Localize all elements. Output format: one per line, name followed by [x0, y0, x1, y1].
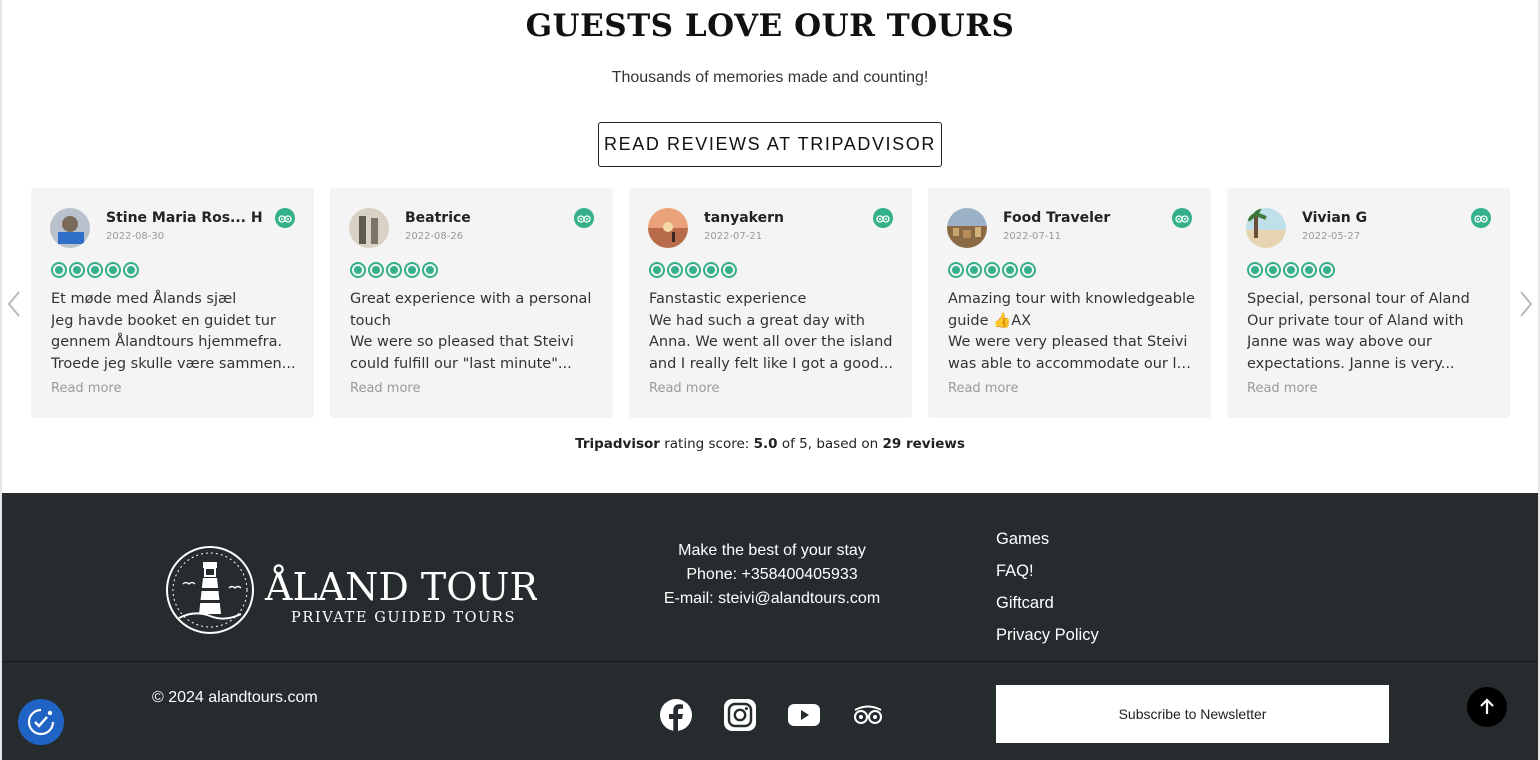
contact-phone[interactable]: Phone: +358400405933: [622, 563, 922, 587]
review-text: Fanstastic experience We had such a great…: [649, 291, 894, 372]
review-date: 2022-08-26: [405, 231, 464, 242]
read-more-link[interactable]: Read more: [350, 381, 420, 396]
review-card: tanyakern 2022-07-21 Fanstastic experien…: [629, 188, 912, 418]
tripadvisor-icon[interactable]: [574, 208, 594, 228]
review-author: Beatrice: [405, 210, 471, 226]
review-card: Stine Maria Ros... H 2022-08-30 Et møde …: [31, 188, 314, 418]
rating-bubbles: [350, 262, 438, 278]
review-date: 2022-07-11: [1003, 231, 1062, 242]
review-card: Food Traveler 2022-07-11 Amazing tour wi…: [928, 188, 1211, 418]
footer-link-faq[interactable]: FAQ!: [996, 559, 1099, 591]
subscribe-newsletter-button[interactable]: Subscribe to Newsletter: [996, 685, 1389, 743]
avatar: [50, 208, 90, 248]
rating-bubbles: [649, 262, 737, 278]
rating-summary: Tripadvisor rating score: 5.0 of 5, base…: [575, 436, 965, 452]
review-text: Great experience with a personal touch We …: [350, 291, 592, 372]
chevron-left-icon[interactable]: [4, 289, 24, 319]
review-date: 2022-05-27: [1302, 231, 1361, 242]
contact-email[interactable]: E-mail: steivi@alandtours.com: [622, 587, 922, 611]
review-text: Amazing tour with knowledgeable guide 👍AX…: [948, 291, 1198, 372]
review-card: Beatrice 2022-08-26 Great experience wit…: [330, 188, 613, 418]
section-subtitle: Thousands of memories made and counting!: [611, 69, 929, 86]
read-reviews-button[interactable]: READ REVIEWS AT TRIPADVISOR: [598, 122, 942, 167]
copyright: © 2024 alandtours.com: [152, 689, 318, 706]
contact-info: Make the best of your stay Phone: +35840…: [622, 539, 922, 611]
tripadvisor-icon[interactable]: [873, 208, 893, 228]
rating-bubbles: [1247, 262, 1335, 278]
tripadvisor-icon[interactable]: [850, 697, 886, 733]
avatar: [349, 208, 389, 248]
review-author: Stine Maria Ros... H: [106, 210, 263, 226]
footer-divider: [2, 661, 1538, 662]
social-links: [658, 697, 886, 733]
read-more-link[interactable]: Read more: [1247, 381, 1317, 396]
svg-text:ÅLAND TOURS: ÅLAND TOURS: [264, 565, 537, 609]
rating-bubbles: [51, 262, 139, 278]
rating-bubbles: [948, 262, 1036, 278]
review-date: 2022-08-30: [106, 231, 165, 242]
review-date: 2022-07-21: [704, 231, 763, 242]
footer: ÅLAND TOURS PRIVATE GUIDED TOURS Make th…: [2, 493, 1538, 760]
arrow-up-icon[interactable]: [1467, 687, 1507, 727]
svg-text:PRIVATE GUIDED TOURS: PRIVATE GUIDED TOURS: [291, 610, 516, 626]
tripadvisor-icon[interactable]: [275, 208, 295, 228]
tripadvisor-icon[interactable]: [1172, 208, 1192, 228]
instagram-icon[interactable]: [722, 697, 758, 733]
footer-link-privacy-policy[interactable]: Privacy Policy: [996, 623, 1099, 655]
read-more-link[interactable]: Read more: [948, 381, 1018, 396]
section-title: GUESTS LOVE OUR TOURS: [525, 8, 1015, 44]
contact-tagline: Make the best of your stay: [678, 542, 866, 559]
avatar: [648, 208, 688, 248]
review-author: tanyakern: [704, 210, 784, 226]
review-text: Et møde med Ålands sjæl Jeg havde booket …: [51, 291, 296, 372]
tripadvisor-icon[interactable]: [1471, 208, 1491, 228]
facebook-icon[interactable]: [658, 697, 694, 733]
review-author: Vivian G: [1302, 210, 1368, 226]
review-card: Vivian G 2022-05-27 Special, personal to…: [1227, 188, 1510, 418]
review-text: Special, personal tour of Aland Our priva…: [1247, 291, 1470, 372]
read-more-link[interactable]: Read more: [51, 381, 121, 396]
review-author: Food Traveler: [1003, 210, 1111, 226]
avatar: [1246, 208, 1286, 248]
brand-logo[interactable]: ÅLAND TOURS PRIVATE GUIDED TOURS: [165, 544, 564, 636]
footer-link-giftcard[interactable]: Giftcard: [996, 591, 1099, 623]
accessibility-icon[interactable]: [18, 699, 64, 745]
avatar: [947, 208, 987, 248]
chevron-right-icon[interactable]: [1516, 289, 1536, 319]
youtube-icon[interactable]: [786, 697, 822, 733]
footer-links: Games FAQ! Giftcard Privacy Policy: [996, 527, 1099, 655]
read-more-link[interactable]: Read more: [649, 381, 719, 396]
footer-link-games[interactable]: Games: [996, 527, 1099, 559]
